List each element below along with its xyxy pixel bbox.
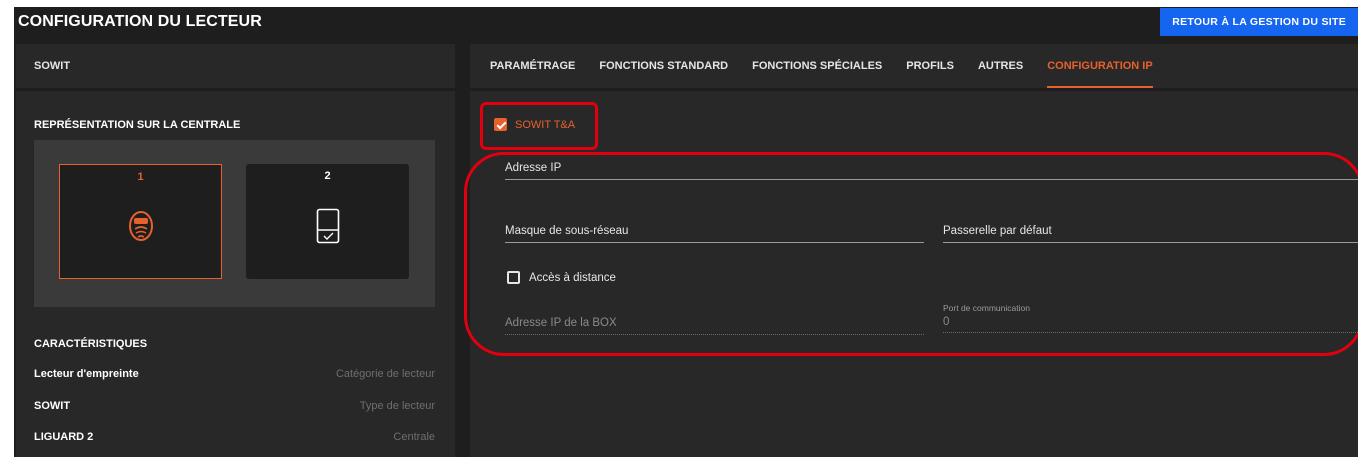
checkbox-checked-icon[interactable] — [494, 118, 507, 131]
representation-title: REPRÉSENTATION SUR LA CENTRALE — [34, 119, 241, 131]
subnet-mask-field[interactable]: Masque de sous-réseau — [505, 225, 924, 243]
slot-number: 2 — [324, 170, 331, 182]
port-label: Port de communication — [943, 303, 1030, 313]
checkbox-empty-icon[interactable] — [507, 271, 520, 284]
characteristic-row: LIGUARD 2 Centrale — [34, 431, 435, 443]
characteristic-row: Lecteur d'empreinte Catégorie de lecteur — [34, 368, 435, 380]
header-bar: CONFIGURATION DU LECTEUR RETOUR À LA GES… — [14, 7, 1358, 37]
central-label: Centrale — [393, 431, 435, 443]
reader-info-panel: REPRÉSENTATION SUR LA CENTRALE 1 2 CARAC… — [16, 91, 455, 457]
central-value: LIGUARD 2 — [34, 431, 94, 443]
reader-slot-1[interactable]: 1 — [59, 164, 222, 279]
reader-type-label: Type de lecteur — [359, 400, 435, 412]
reader-type-value: SOWIT — [34, 400, 71, 412]
back-to-site-button[interactable]: RETOUR À LA GESTION DU SITE — [1160, 8, 1358, 36]
tab-profils[interactable]: PROFILS — [906, 44, 954, 88]
reader-category-label: Catégorie de lecteur — [335, 368, 435, 380]
reader-name-header: SOWIT — [16, 44, 455, 88]
tab-autres[interactable]: AUTRES — [978, 44, 1023, 88]
sowit-ta-checkbox[interactable]: SOWIT T&A — [494, 118, 575, 131]
fingerprint-reader-icon — [128, 209, 154, 248]
box-ip-label: Adresse IP de la BOX — [505, 317, 924, 335]
slot-number: 1 — [137, 171, 144, 183]
gateway-label: Passerelle par défaut — [943, 225, 1358, 243]
badge-reader-icon — [316, 208, 340, 249]
tab-fonctions-speciales[interactable]: FONCTIONS SPÉCIALES — [752, 44, 882, 88]
box-ip-field[interactable]: Adresse IP de la BOX — [505, 317, 924, 335]
ip-address-field[interactable]: Adresse IP — [505, 162, 1358, 180]
subnet-mask-label: Masque de sous-réseau — [505, 225, 924, 243]
reader-slot-2[interactable]: 2 — [246, 164, 409, 279]
characteristics-title: CARACTÉRISTIQUES — [34, 338, 148, 350]
ip-address-label: Adresse IP — [505, 162, 1358, 180]
reader-name: SOWIT — [34, 60, 71, 72]
tab-configuration-ip[interactable]: CONFIGURATION IP — [1047, 44, 1153, 88]
app-frame: CONFIGURATION DU LECTEUR RETOUR À LA GES… — [14, 7, 1358, 457]
page-title: CONFIGURATION DU LECTEUR — [18, 13, 262, 30]
tab-parametrage[interactable]: PARAMÉTRAGE — [490, 44, 575, 88]
gateway-field[interactable]: Passerelle par défaut — [943, 225, 1358, 243]
config-tabs: PARAMÉTRAGE FONCTIONS STANDARD FONCTIONS… — [470, 44, 1358, 88]
reader-category-value: Lecteur d'empreinte — [34, 368, 139, 380]
remote-access-checkbox[interactable]: Accès à distance — [507, 271, 616, 284]
remote-access-label: Accès à distance — [529, 271, 616, 284]
tab-fonctions-standard[interactable]: FONCTIONS STANDARD — [599, 44, 728, 88]
port-field[interactable]: Port de communication 0 — [943, 303, 1358, 333]
port-value[interactable]: 0 — [943, 316, 1358, 333]
central-representation: 1 2 — [34, 140, 435, 307]
sowit-ta-label: SOWIT T&A — [515, 118, 576, 131]
characteristic-row: SOWIT Type de lecteur — [34, 400, 435, 412]
ip-config-panel: SOWIT T&A Adresse IP Masque de sous-rése… — [464, 91, 1358, 457]
